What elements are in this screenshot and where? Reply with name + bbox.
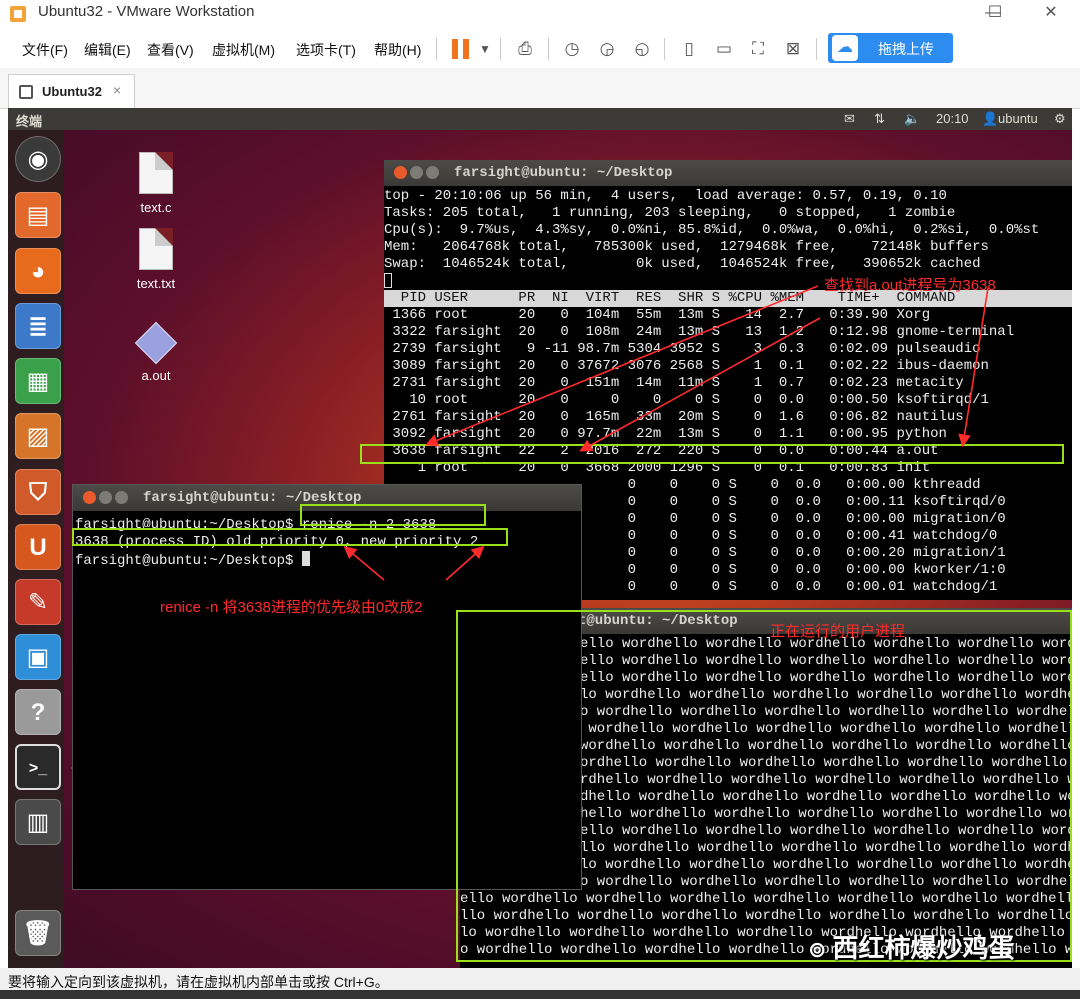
snapshot-manager-icon[interactable]: ◵ [629, 36, 655, 62]
revert-snapshot-icon[interactable]: ◶ [594, 36, 620, 62]
vmware-statusbar: 要将输入定向到该虚拟机，请在虚拟机内部单击或按 Ctrl+G。 [0, 968, 1080, 999]
arrow-to-output-box [445, 545, 485, 581]
cloud-icon: ☁ [832, 35, 858, 61]
maximize-button[interactable]: ☐ [972, 0, 1018, 26]
wechat-icon: ⊚ [808, 937, 833, 962]
unity-icon[interactable]: ⊠ [780, 36, 806, 62]
menu-edit[interactable]: 编辑(E) [84, 40, 131, 60]
arrow-to-nice [579, 317, 821, 452]
console-view-icon[interactable]: ▭ [711, 36, 737, 62]
window-titlebar: Ubuntu32 - VMware Workstation — ☐ ✕ [0, 0, 1080, 30]
tab-close-icon[interactable]: × [113, 82, 121, 98]
window-title: Ubuntu32 - VMware Workstation [38, 3, 255, 20]
arrow-to-command-box [343, 545, 385, 581]
menu-view[interactable]: 查看(V) [147, 40, 194, 60]
menu-help[interactable]: 帮助(H) [374, 40, 421, 60]
snapshot-icon[interactable]: ◷ [559, 36, 585, 62]
vmware-app-icon [10, 6, 26, 22]
toolbar-separator [548, 38, 549, 60]
toolbar-separator [500, 38, 501, 60]
annotation-arrows [343, 285, 989, 581]
status-hint: 要将输入定向到该虚拟机，请在虚拟机内部单击或按 Ctrl+G。 [8, 974, 389, 990]
library-view-icon[interactable]: ▯ [676, 36, 702, 62]
menu-file[interactable]: 文件(F) [22, 40, 68, 60]
tab-label: Ubuntu32 [42, 84, 102, 99]
close-button[interactable]: ✕ [1028, 0, 1074, 26]
toolbar-separator [664, 38, 665, 60]
send-ctrl-alt-del-icon[interactable]: ⎙ [512, 36, 538, 62]
fullscreen-icon[interactable]: ⛶ [745, 36, 771, 62]
pause-icon[interactable] [452, 39, 470, 59]
bottom-strip [0, 990, 1080, 999]
chevron-down-icon[interactable]: ▼ [472, 36, 498, 62]
menu-tabs[interactable]: 选项卡(T) [296, 40, 356, 60]
menubar: 文件(F) 编辑(E) 查看(V) 虚拟机(M) 选项卡(T) 帮助(H) ▼ … [0, 30, 1080, 69]
vm-display[interactable]: 终端 ✉ ⇅ 🔈 20:10 👤 ubuntu ⚙ ◉ ▤ ◕ ≣ ▦ ▨ ⛉ … [8, 108, 1072, 968]
tab-ubuntu32[interactable]: Ubuntu32 × [8, 74, 135, 109]
watermark: ⊚ 西红柿爆炒鸡蛋 [808, 933, 1015, 963]
tab-strip: Ubuntu32 × [0, 68, 1080, 109]
toolbar-separator [816, 38, 817, 60]
toolbar-separator [436, 38, 437, 60]
arrow-to-command [958, 287, 989, 448]
arrow-to-pid [425, 285, 819, 447]
vm-icon [19, 85, 33, 99]
drag-upload-button[interactable]: ☁ 拖拽上传 [828, 33, 953, 63]
menu-vm[interactable]: 虚拟机(M) [212, 40, 275, 60]
upload-label: 拖拽上传 [878, 41, 934, 57]
